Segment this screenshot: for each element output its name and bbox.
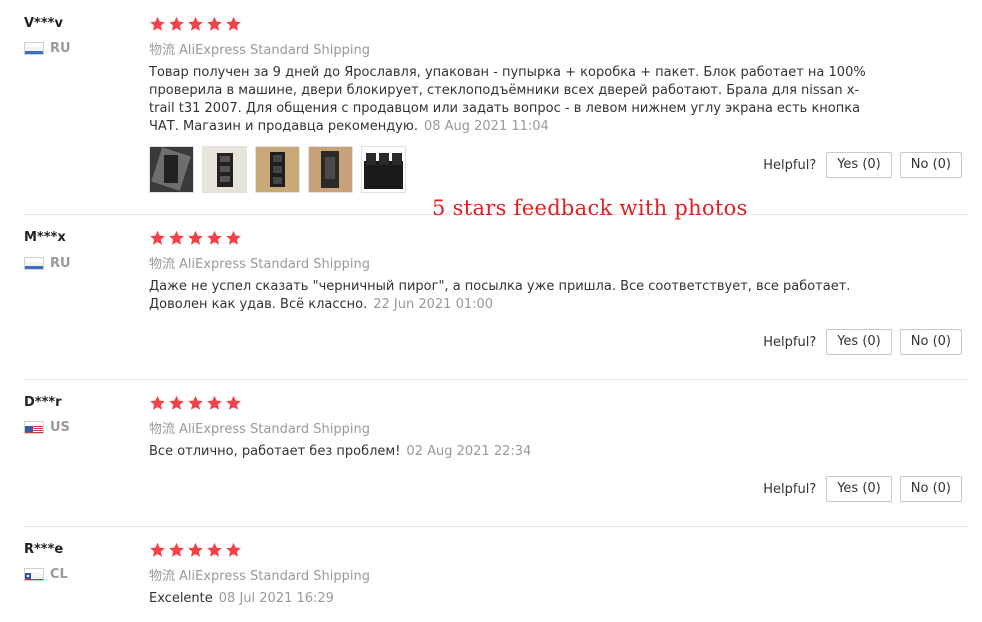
shipping-info: 物流 AliExpress Standard Shipping [149, 39, 370, 58]
reviewer-name: M***x [24, 230, 66, 245]
star-icon [168, 16, 185, 32]
shipping-info: 物流 AliExpress Standard Shipping [149, 253, 370, 272]
star-icon [187, 542, 204, 558]
shipping-info: 物流 AliExpress Standard Shipping [149, 565, 370, 584]
reviewer-country: RU [24, 41, 71, 56]
helpful-votes: Helpful? Yes (0) No (0) [763, 329, 962, 355]
star-icon [149, 395, 166, 411]
star-icon [149, 542, 166, 558]
chile-flag-icon [24, 568, 44, 581]
shipping-method: AliExpress Standard Shipping [179, 43, 371, 58]
helpful-yes-button[interactable]: Yes (0) [826, 152, 892, 178]
star-icon [168, 230, 185, 246]
helpful-yes-button[interactable]: Yes (0) [826, 329, 892, 355]
review-photo[interactable] [149, 146, 194, 193]
star-icon [206, 542, 223, 558]
star-icon [206, 230, 223, 246]
star-icon [149, 230, 166, 246]
country-code: RU [50, 41, 71, 56]
review-date: 08 Jul 2021 16:29 [218, 591, 334, 606]
helpful-yes-button[interactable]: Yes (0) [826, 476, 892, 502]
shipping-label: 物流 [149, 422, 176, 437]
review-divider [24, 379, 968, 380]
review-body: Excelente [149, 591, 213, 606]
star-icon [225, 230, 242, 246]
reviewer-country: US [24, 420, 70, 435]
reviewer-name: D***r [24, 395, 62, 410]
helpful-no-button[interactable]: No (0) [899, 152, 962, 178]
review-text: Товар получен за 9 дней до Ярославля, уп… [149, 64, 884, 136]
review-body: Даже не успел сказать "черничный пирог",… [149, 279, 851, 312]
helpful-no-button[interactable]: No (0) [899, 329, 962, 355]
helpful-votes: Helpful? Yes (0) No (0) [763, 476, 962, 502]
review-photo[interactable] [255, 146, 300, 193]
country-code: CL [50, 567, 68, 582]
star-rating [149, 16, 242, 32]
star-icon [225, 542, 242, 558]
review-date: 08 Aug 2021 11:04 [423, 119, 549, 134]
usa-flag-icon [24, 421, 44, 434]
helpful-label: Helpful? [763, 481, 817, 497]
review-photo[interactable] [361, 146, 406, 193]
helpful-label: Helpful? [763, 157, 817, 173]
country-code: RU [50, 256, 71, 271]
shipping-info: 物流 AliExpress Standard Shipping [149, 418, 370, 437]
reviewer-country: RU [24, 256, 71, 271]
star-icon [168, 395, 185, 411]
reviewer-name: R***e [24, 542, 64, 557]
reviewer-name: V***v [24, 16, 63, 31]
russia-flag-icon [24, 257, 44, 270]
star-icon [206, 395, 223, 411]
star-icon [225, 16, 242, 32]
shipping-label: 物流 [149, 43, 176, 58]
star-icon [168, 542, 185, 558]
overlay-caption: 5 stars feedback with photos [432, 196, 748, 220]
star-icon [149, 16, 166, 32]
shipping-method: AliExpress Standard Shipping [179, 257, 371, 272]
helpful-votes: Helpful? Yes (0) No (0) [763, 152, 962, 178]
shipping-label: 物流 [149, 569, 176, 584]
review-photos [149, 146, 406, 193]
star-icon [187, 16, 204, 32]
review-photo[interactable] [308, 146, 353, 193]
review-photo[interactable] [202, 146, 247, 193]
shipping-method: AliExpress Standard Shipping [179, 569, 371, 584]
star-icon [225, 395, 242, 411]
helpful-label: Helpful? [763, 334, 817, 350]
country-code: US [50, 420, 70, 435]
star-rating [149, 542, 242, 558]
star-icon [187, 395, 204, 411]
review-text: Excelente 08 Jul 2021 16:29 [149, 590, 884, 608]
star-icon [187, 230, 204, 246]
star-icon [206, 16, 223, 32]
shipping-label: 物流 [149, 257, 176, 272]
review-date: 22 Jun 2021 01:00 [373, 297, 494, 312]
review-text: Даже не успел сказать "черничный пирог",… [149, 278, 884, 314]
helpful-no-button[interactable]: No (0) [899, 476, 962, 502]
review-date: 02 Aug 2021 22:34 [406, 444, 532, 459]
shipping-method: AliExpress Standard Shipping [179, 422, 371, 437]
review-text: Все отлично, работает без проблем! 02 Aug… [149, 443, 884, 461]
review-body: Все отлично, работает без проблем! [149, 444, 401, 459]
russia-flag-icon [24, 42, 44, 55]
star-rating [149, 230, 242, 246]
reviewer-country: CL [24, 567, 68, 582]
review-divider [24, 526, 968, 527]
star-rating [149, 395, 242, 411]
